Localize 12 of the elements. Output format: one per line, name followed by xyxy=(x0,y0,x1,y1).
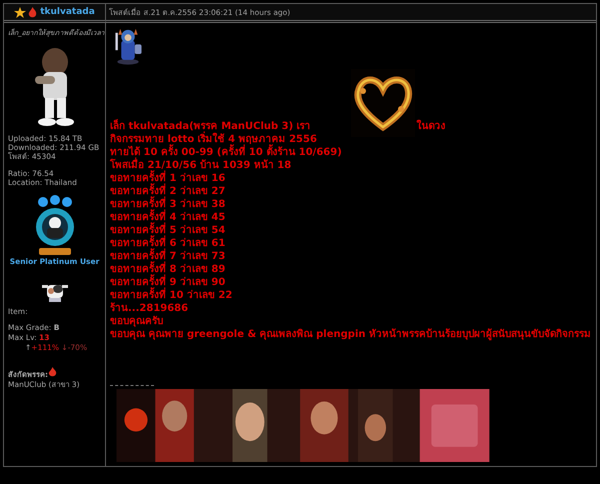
post-line: ร้าน...2819686 xyxy=(110,302,188,315)
post-line: เล็ก tkulvatada(พรรค ManUClub 3) เรา xyxy=(110,120,311,132)
post-line: ทายได้ 10 ครั้ง 00-99 (ครั้งที่ 10 ตั้งร้าน 10/669) xyxy=(110,146,342,159)
star-icon xyxy=(14,6,26,18)
post-line: กิจกรรมทาย lotto เริ่มใช้ 4 พฤษภาคม 2556 xyxy=(110,132,317,145)
flame-icon xyxy=(28,6,38,18)
post-line: ขอทายครั้งที่ 10 ว่าเลข 22 xyxy=(110,288,232,302)
post-line: ขอบคุณ คุณพาย greengole & คุณเพลงพิณ plengpin หัวหน้าพรรคบ้านร้อยบุปผาผู้สนับสนุนขับจัดกิจกรรม xyxy=(110,328,591,341)
post-line: ขอบคุณครับ xyxy=(110,314,163,328)
post-line: โพสเมื่อ 21/10/56 บ้าน 1039 หน้า 18 xyxy=(110,158,292,171)
flame-icon xyxy=(48,367,57,377)
post-line: ในดวง xyxy=(416,120,446,133)
